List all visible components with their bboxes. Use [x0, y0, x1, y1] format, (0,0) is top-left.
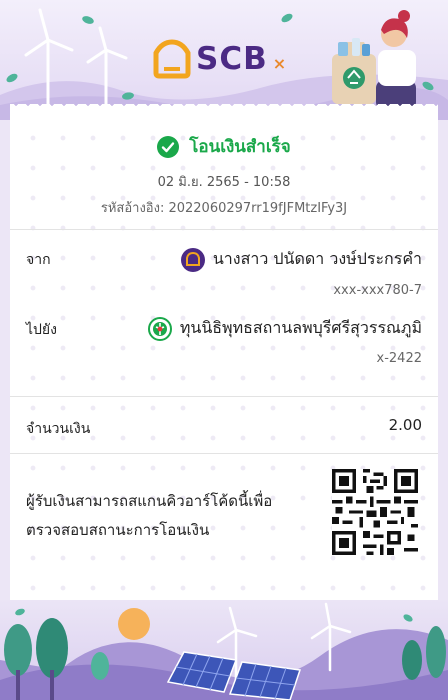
brand-name: SCB [196, 41, 268, 77]
recipient-name: ทุนนิธิพุทธสถานลพบุรีศรีสุวรรณภูมิ [147, 316, 422, 341]
scb-bank-icon [180, 247, 205, 272]
scb-logo-icon [153, 39, 191, 79]
amount-value: 2.00 [388, 416, 422, 434]
footer-illustration [0, 600, 448, 700]
from-label: จาก [26, 252, 51, 268]
scb-logo: SCB × [152, 36, 286, 82]
recipient-name-text: ทุนนิธิพุทธสถานลพบุรีศรีสุวรรณภูมิ [179, 318, 422, 337]
divider [10, 453, 438, 454]
qr-verification-note: ผู้รับเงินสามารถสแกนคิวอาร์โค้ดนี้เพื่อต… [26, 492, 273, 539]
qr-code-icon[interactable] [332, 469, 418, 555]
kbank-bank-icon [147, 316, 172, 341]
check-circle-icon [157, 135, 180, 158]
header-illustration: SCB × [0, 0, 448, 120]
sender-name-text: นางสาว ปนัดดา วงษ์ประกรคำ [212, 249, 422, 268]
sender-name: นางสาว ปนัดดา วงษ์ประกรคำ [180, 247, 422, 272]
divider [10, 229, 438, 230]
transfer-receipt-card: โอนเงินสำเร็จ 02 มิ.ย. 2565 - 10:58 รหัส… [10, 113, 438, 593]
amount-label: จำนวนเงิน [26, 421, 91, 437]
recipient-account: x-2422 [376, 351, 422, 366]
transaction-datetime: 02 มิ.ย. 2565 - 10:58 [157, 175, 291, 190]
to-label: ไปยัง [26, 322, 57, 338]
partner-mark: × [272, 53, 287, 73]
sender-account: xxx-xxx780-7 [333, 283, 422, 298]
transaction-reference: รหัสอ้างอิง: 2022060297rr19fJFMtzIFy3J [100, 201, 348, 216]
footer-scene-art [0, 602, 448, 700]
transfer-status: โอนเงินสำเร็จ [10, 133, 438, 160]
status-title: โอนเงินสำเร็จ [189, 137, 291, 157]
divider [10, 396, 438, 397]
